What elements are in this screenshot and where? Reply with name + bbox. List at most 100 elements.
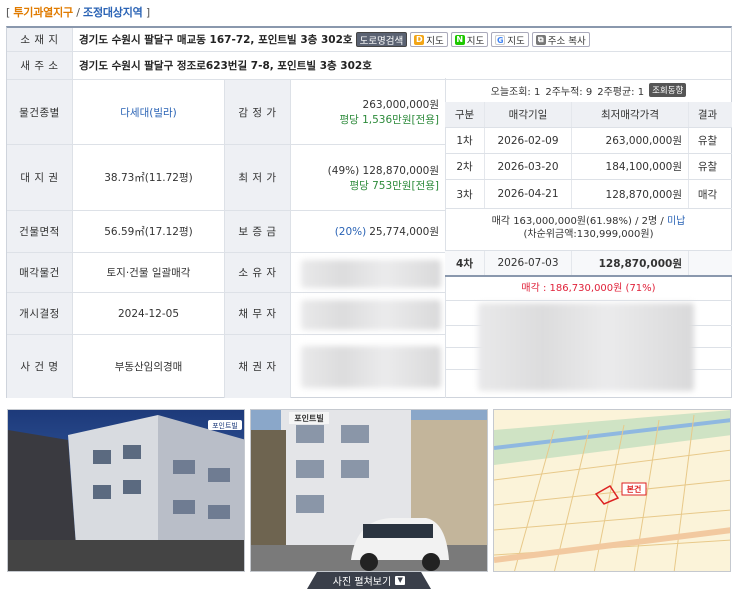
min-price-value: (49%) 128,870,000원	[327, 164, 439, 177]
history-row: 3차 2026-04-21 128,870,000원 매각	[445, 180, 732, 209]
new-address-row: 경기도 수원시 팔달구 정조로623번길 7-8, 포인트빌 3층 302호	[73, 52, 731, 80]
history-row: 1차 2026-02-09 263,000,000원 유찰	[445, 128, 732, 154]
row-round: 1차	[445, 128, 485, 153]
land-label: 대 지 권	[7, 145, 73, 211]
next-result	[689, 251, 726, 275]
case-name-value: 부동산임의경매	[73, 335, 225, 398]
start-decision-value: 2024-12-05	[73, 293, 225, 335]
building-photo-1: 포인트빌	[8, 410, 244, 571]
land-value: 38.73㎡(11.72평)	[73, 145, 225, 211]
row-result: 유찰	[697, 135, 718, 147]
row-price: 184,100,000원	[572, 154, 689, 179]
appraisal-per-pyeong: 평당 1,536만원[전용]	[339, 114, 439, 126]
next-round: 4차	[445, 251, 485, 275]
row-date: 2026-03-20	[485, 154, 572, 179]
header-date: 매각기일	[485, 102, 572, 127]
bracket-close: ]	[145, 6, 150, 19]
row-round: 2차	[445, 154, 485, 179]
copy-address-label: 주소 복사	[547, 35, 586, 47]
map-google-label: 지도	[507, 35, 525, 47]
location-label: 소 재 지	[7, 28, 73, 52]
photo-strip: 포인트빌 포인트빌 본건	[0, 409, 743, 572]
row-date: 2026-04-21	[485, 180, 572, 208]
building-value: 56.59㎡(17.12평)	[73, 211, 225, 253]
sold-line-2: (차순위금액:130,999,000원)	[523, 229, 654, 240]
sold-line-1: 매각 163,000,000원(61.98%) / 2명 / 미납	[445, 215, 732, 228]
min-price-per-pyeong: 평당 753만원[전용]	[349, 179, 439, 192]
map-naver-button[interactable]: N 지도	[450, 32, 489, 47]
row-price: 128,870,000원	[572, 180, 689, 208]
row-price: 263,000,000원	[572, 128, 689, 153]
unpaid-link[interactable]: 미납	[667, 216, 685, 227]
appraisal-cell: 263,000,000원 평당 1,536만원[전용]	[291, 80, 446, 145]
photo-1-sign: 포인트빌	[212, 421, 238, 430]
tag-separator: /	[76, 6, 80, 19]
map-google-button[interactable]: G 지도	[491, 32, 529, 47]
building-label: 건물면적	[7, 211, 73, 253]
photo-building-2[interactable]: 포인트빌	[250, 409, 488, 572]
type-value[interactable]: 다세대(빌라)	[73, 80, 225, 145]
debtor-label: 채 무 자	[225, 293, 291, 335]
deposit-label: 보 증 금	[225, 211, 291, 253]
case-name-label: 사 건 명	[7, 335, 73, 398]
next-price: 128,870,000원	[572, 251, 689, 275]
final-sale-percent: (71%)	[625, 283, 656, 294]
map-naver-label: 지도	[466, 35, 485, 47]
row-result: 매각	[697, 188, 718, 201]
appraisal-value: 263,000,000원	[362, 99, 439, 111]
header-round: 구분	[445, 102, 485, 127]
expand-photos-button[interactable]: 사진 펼쳐보기 ▼	[307, 572, 431, 589]
sale-item-value: 토지·건물 일괄매각	[73, 253, 225, 293]
creditor-label: 채 권 자	[225, 335, 291, 398]
min-price-cell: (49%) 128,870,000원 평당 753만원[전용]	[291, 145, 446, 211]
map-daum-button[interactable]: D 지도	[410, 32, 448, 47]
view-stats: 오늘조회: 1 2주누적: 9 2주평균: 1 조회동향	[445, 80, 732, 100]
photo-map[interactable]: 본건	[493, 409, 731, 572]
final-sale: 매각 : 186,730,000원 (71%)	[445, 277, 732, 301]
history-header: 구분 매각기일 최저매각가격 결과	[445, 102, 732, 128]
view-average: 2주평균: 1	[597, 86, 645, 98]
map-subject-label: 본건	[627, 484, 642, 494]
location-value: 경기도 수원시 팔달구 매교동 167-72, 포인트빌 3층 302호	[79, 34, 353, 46]
owner-blurred	[301, 260, 441, 288]
next-round-row: 4차 2026-07-03 128,870,000원	[445, 251, 732, 277]
final-sale-amount: 매각 : 186,730,000원	[521, 283, 623, 294]
photo-building-1[interactable]: 포인트빌	[7, 409, 245, 572]
view-trend-button[interactable]: 조회동향	[649, 83, 687, 97]
start-decision-label: 개시결정	[7, 293, 73, 335]
appraisal-label: 감 정 가	[225, 80, 291, 145]
header-result: 결과	[697, 109, 718, 121]
next-date: 2026-07-03	[485, 251, 572, 275]
map-daum-label: 지도	[426, 35, 444, 47]
tag-speculation-zone[interactable]: 투기과열지구	[13, 6, 73, 19]
history-row: 2차 2026-03-20 184,100,000원 유찰	[445, 154, 732, 180]
sale-item-label: 매각물건	[7, 253, 73, 293]
deposit-cell: (20%) 25,774,000원	[291, 211, 446, 253]
sold-amount: 매각 163,000,000원(61.98%) / 2명 /	[491, 216, 667, 227]
view-today: 오늘조회: 1	[490, 86, 541, 98]
header-min-price: 최저매각가격	[572, 102, 689, 127]
naver-icon: N	[454, 34, 465, 45]
debtor-blurred	[301, 300, 441, 330]
copy-address-button[interactable]: ⧉ 주소 복사	[531, 32, 590, 47]
expand-photos-label: 사진 펼쳐보기	[332, 577, 392, 588]
copy-icon: ⧉	[535, 34, 546, 45]
google-icon: G	[495, 34, 506, 45]
creditor-blurred	[301, 346, 441, 388]
daum-icon: D	[414, 34, 425, 45]
road-search-button[interactable]: 도로명검색	[355, 32, 408, 47]
deposit-percent: (20%)	[334, 225, 367, 238]
history-blurred	[478, 303, 694, 391]
row-round: 3차	[445, 180, 485, 208]
view-two-week: 2주누적: 9	[545, 86, 593, 98]
new-address-label: 새 주 소	[7, 52, 73, 80]
row-date: 2026-02-09	[485, 128, 572, 153]
photo-2-sign: 포인트빌	[294, 413, 323, 423]
building-photo-2: 포인트빌	[251, 410, 487, 571]
deposit-value: 25,774,000원	[369, 226, 439, 238]
row-result: 유찰	[697, 161, 718, 173]
tag-adjustment-zone[interactable]: 조정대상지역	[83, 6, 143, 19]
owner-label: 소 유 자	[225, 253, 291, 293]
type-label: 물건종별	[7, 80, 73, 145]
location-row: 경기도 수원시 팔달구 매교동 167-72, 포인트빌 3층 302호 도로명…	[73, 28, 731, 52]
